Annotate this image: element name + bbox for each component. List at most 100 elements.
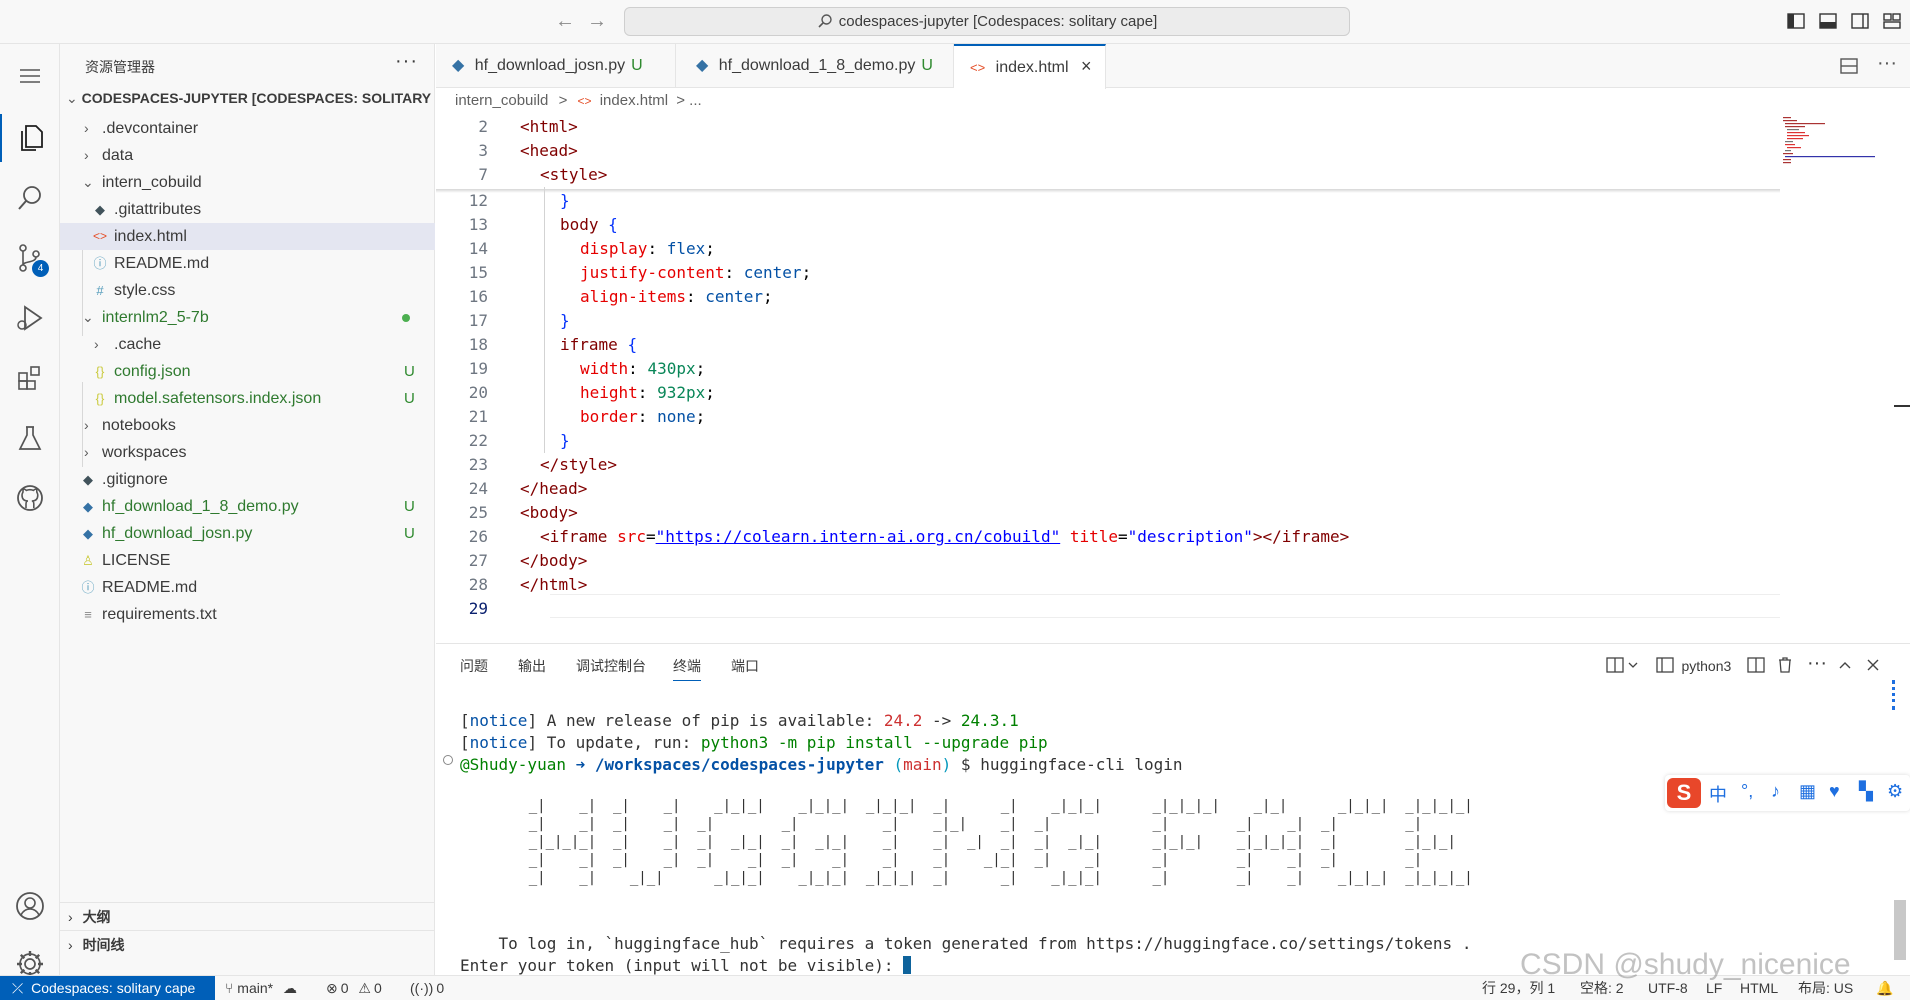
branch-indicator[interactable]: ⑂ main* ☁ xyxy=(225,976,297,1000)
panel-tab-ports[interactable]: 端口 xyxy=(731,656,759,676)
ports-indicator[interactable]: ((·)) 0 xyxy=(410,976,444,1000)
panel-tab-debug-console[interactable]: 调试控制台 xyxy=(576,656,646,676)
info-icon: ⓘ xyxy=(93,256,107,271)
maximize-panel-icon[interactable] xyxy=(1836,656,1854,674)
python-icon: ◆ xyxy=(83,526,93,541)
notifications-bell-icon[interactable]: 🔔 xyxy=(1876,976,1893,1000)
panel-tab-terminal[interactable]: 终端 xyxy=(673,656,701,681)
punctuation-icon[interactable]: °, xyxy=(1741,781,1753,802)
prompt-branch-paren: ) xyxy=(941,755,952,774)
tree-item-cache[interactable]: › .cache xyxy=(60,331,435,358)
settings-gear-icon[interactable]: ⚙ xyxy=(1887,781,1903,802)
toggle-panel-icon[interactable] xyxy=(1818,11,1838,31)
keyboard-icon[interactable]: ▦ xyxy=(1799,781,1816,802)
breadcrumb-file[interactable]: index.html xyxy=(600,92,668,109)
toggle-secondary-sidebar-icon[interactable] xyxy=(1850,11,1870,31)
line-number: 21 xyxy=(468,407,488,426)
tree-item-index-html[interactable]: <> index.html xyxy=(60,223,435,250)
line-number: 27 xyxy=(468,551,488,570)
tree-item-model-index-json[interactable]: {} model.safetensors.index.json U xyxy=(60,385,435,412)
terminal-line: [notice] To update, run: python3 -m pip … xyxy=(460,733,1048,752)
panel-tab-output[interactable]: 输出 xyxy=(518,656,546,676)
microphone-icon[interactable]: ♪ xyxy=(1771,781,1780,802)
menu-icon[interactable] xyxy=(0,52,60,100)
close-panel-icon[interactable] xyxy=(1864,656,1882,674)
tab-hf-download-josn[interactable]: ◆ hf_download_josn.py U xyxy=(436,44,676,88)
tab-index-html[interactable]: <> index.html × xyxy=(954,44,1106,89)
tree-item-devcontainer[interactable]: › .devcontainer xyxy=(60,115,435,142)
code-line: 16 align-items: center; xyxy=(436,285,1780,309)
more-actions-icon[interactable]: ··· xyxy=(1807,652,1827,674)
github-icon[interactable] xyxy=(0,474,60,522)
testing-flask-icon[interactable] xyxy=(0,414,60,462)
outline-section[interactable]: › 大纲 xyxy=(60,902,435,930)
forward-arrow-icon[interactable]: → xyxy=(586,10,608,32)
code-link[interactable]: "https://colearn.intern-ai.org.cn/cobuil… xyxy=(656,527,1061,546)
toggle-primary-sidebar-icon[interactable] xyxy=(1786,11,1806,31)
tree-item-hf-download-josn[interactable]: ◆ hf_download_josn.py U xyxy=(60,520,435,547)
code-brace: } xyxy=(560,311,570,330)
explorer-more-button[interactable]: ··· xyxy=(395,50,418,73)
workspace-root-label: CODESPACES-JUPYTER [CODESPACES: SOLITARY… xyxy=(81,90,431,106)
trash-icon[interactable] xyxy=(1776,656,1794,674)
tree-item-gitignore[interactable]: ◆ .gitignore xyxy=(60,466,435,493)
python-icon: ◆ xyxy=(83,499,93,514)
ime-language[interactable]: 中 xyxy=(1709,781,1727,807)
json-icon: {} xyxy=(95,364,105,379)
tree-item-gitattributes[interactable]: ◆ .gitattributes xyxy=(60,196,435,223)
code-line: 13 body { xyxy=(436,213,1780,237)
html-attribute-value: "description" xyxy=(1127,527,1253,546)
tree-item-intern-cobuild[interactable]: ⌄ intern_cobuild xyxy=(60,169,435,196)
back-arrow-icon[interactable]: ← xyxy=(554,10,576,32)
tab-hf-download-demo[interactable]: ◆ hf_download_1_8_demo.py U xyxy=(676,44,954,88)
toolbox-icon[interactable]: ▚ xyxy=(1859,781,1873,802)
code-brace: { xyxy=(627,335,638,354)
tree-item-label: .cache xyxy=(114,336,162,353)
command-decoration-icon[interactable] xyxy=(443,755,453,765)
search-icon[interactable] xyxy=(0,174,60,222)
tree-item-config-json[interactable]: {} config.json U xyxy=(60,358,435,385)
split-terminal-icon[interactable] xyxy=(1747,656,1765,674)
upgrade-command: python3 -m pip install --upgrade pip xyxy=(700,733,1048,752)
tree-item-readme-root[interactable]: ⓘ README.md xyxy=(60,574,435,601)
extensions-icon[interactable] xyxy=(0,354,60,402)
accounts-icon[interactable] xyxy=(0,882,60,930)
minimap[interactable] xyxy=(1780,115,1895,175)
tree-item-requirements[interactable]: ≡ requirements.txt xyxy=(60,601,435,628)
tree-item-data[interactable]: › data xyxy=(60,142,435,169)
code-line: 14 display: flex; xyxy=(436,237,1780,261)
explorer-icon[interactable] xyxy=(0,114,60,162)
remote-indicator[interactable]: ⤫ Codespaces: solitary cape xyxy=(0,976,215,1000)
panel-tab-problems[interactable]: 问题 xyxy=(460,656,488,676)
split-terminal-dropdown-icon[interactable] xyxy=(1606,656,1640,674)
ime-logo: S xyxy=(1667,778,1701,808)
sync-icon[interactable]: ☁ xyxy=(283,980,297,996)
tree-item-workspaces[interactable]: › workspaces xyxy=(60,439,435,466)
terminal-instance[interactable]: python3 xyxy=(1656,656,1731,674)
huggingface-ascii-banner: _| _| _| _| _|_|_| _|_|_| _|_|_| _| _| _… xyxy=(528,798,1473,886)
tree-item-internlm[interactable]: ⌄ internlm2_5-7b xyxy=(60,304,435,331)
run-debug-icon[interactable] xyxy=(0,294,60,342)
ime-toolbar[interactable]: S 中 °, ♪ ▦ ♥ ▚ ⚙ xyxy=(1665,775,1910,811)
command-center[interactable]: codespaces-jupyter [Codespaces: solitary… xyxy=(624,7,1350,36)
split-editor-icon[interactable] xyxy=(1840,57,1858,75)
code-line: 26 <iframe src="https://colearn.intern-ai… xyxy=(436,525,1780,549)
tree-item-style-css[interactable]: # style.css xyxy=(60,277,435,304)
tree-item-notebooks[interactable]: › notebooks xyxy=(60,412,435,439)
skin-icon[interactable]: ♥ xyxy=(1829,781,1840,802)
terminal-scrollbar[interactable] xyxy=(1894,900,1906,960)
html-attribute: title xyxy=(1069,527,1119,546)
more-actions-icon[interactable]: ··· xyxy=(1877,52,1897,75)
problems-indicator[interactable]: ⊗ 0 ⚠ 0 xyxy=(326,976,382,1000)
tree-item-hf-download-demo[interactable]: ◆ hf_download_1_8_demo.py U xyxy=(60,493,435,520)
source-control-icon[interactable]: 4 xyxy=(0,234,60,282)
timeline-section[interactable]: › 时间线 xyxy=(60,930,435,958)
code-text: </body> xyxy=(520,551,588,570)
breadcrumb-folder[interactable]: intern_cobuild xyxy=(455,92,548,109)
close-icon[interactable]: × xyxy=(1081,56,1092,76)
workspace-root[interactable]: ⌄ CODESPACES-JUPYTER [CODESPACES: SOLITA… xyxy=(66,90,431,112)
customize-layout-icon[interactable] xyxy=(1882,11,1902,31)
tree-item-license[interactable]: ♙ LICENSE xyxy=(60,547,435,574)
tree-item-readme[interactable]: ⓘ README.md xyxy=(60,250,435,277)
chevron-right-icon: › xyxy=(68,909,73,925)
